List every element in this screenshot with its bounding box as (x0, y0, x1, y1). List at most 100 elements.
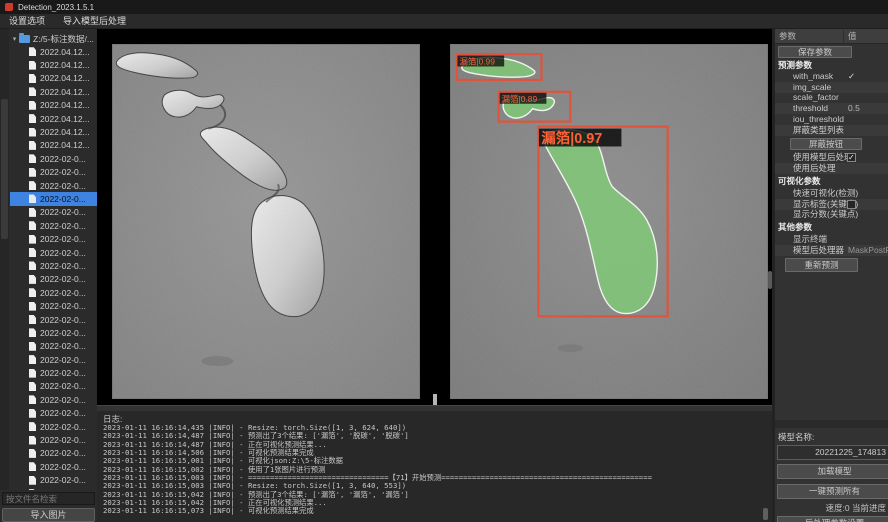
param-row-scale-factor[interactable]: scale_factor (775, 92, 888, 103)
log-line: 2023-01-11 16:16:15,073 |INFO| - 可视化预测结果… (103, 507, 763, 515)
file-list-item[interactable]: 2022-02-0... (10, 474, 97, 487)
param-table-header: 参数 值 (775, 29, 888, 44)
threshold-value[interactable]: 0.5 (848, 103, 860, 114)
file-icon (29, 436, 36, 445)
file-list-item[interactable]: 2022-02-0... (10, 192, 97, 205)
file-list-item[interactable]: 2022-02-0 (10, 487, 97, 490)
file-icon (29, 141, 36, 150)
file-list-item[interactable]: 2022.04.12... (10, 45, 97, 58)
file-label: 2022-02-0... (40, 355, 86, 365)
file-list-item[interactable]: 2022-02-0... (10, 460, 97, 473)
checkmark-icon: ✓ (848, 71, 855, 82)
repredict-button[interactable]: 重新预测 (785, 258, 858, 272)
file-list-item[interactable]: 2022-02-0... (10, 433, 97, 446)
load-model-button[interactable]: 加载模型 (777, 464, 888, 479)
file-list-item[interactable]: 2022.04.12... (10, 125, 97, 138)
log-scrollbar-thumb[interactable] (763, 508, 768, 520)
param-row-img-scale[interactable]: img_scale (775, 82, 888, 93)
file-icon (29, 315, 36, 324)
file-icon (29, 275, 36, 284)
file-list-item[interactable]: 2022-02-0... (10, 393, 97, 406)
param-row-show-scores[interactable]: 显示分数(关键点) (775, 209, 888, 220)
file-label: 2022-02-0... (40, 274, 86, 284)
file-list-item[interactable]: 2022.04.12... (10, 85, 97, 98)
filename-search-input[interactable] (2, 492, 95, 505)
file-list-item[interactable]: 2022-02-0... (10, 407, 97, 420)
chevron-down-icon[interactable]: ▾ (10, 35, 19, 43)
section-visualization-params: 可视化参数 (778, 176, 821, 187)
file-icon (29, 382, 36, 391)
checkbox-empty-icon[interactable] (847, 200, 856, 209)
file-icon (29, 194, 36, 203)
param-row-use-postprocess[interactable]: 使用后处理 (775, 163, 888, 174)
file-icon (29, 61, 36, 70)
folder-icon (19, 35, 30, 43)
file-list-item[interactable]: 2022-02-0... (10, 166, 97, 179)
tree-root-folder[interactable]: ▾ Z:/5-标注数据/... (10, 32, 97, 45)
file-list-item[interactable]: 2022-02-0... (10, 232, 97, 245)
param-row-mask-type-list[interactable]: 屏蔽类型列表 (775, 125, 888, 136)
file-label: 2022-02-0... (40, 368, 86, 378)
file-icon (29, 476, 36, 485)
file-label: 2022-02-0... (40, 154, 86, 164)
param-row-iou-threshold[interactable]: iou_threshold (775, 114, 888, 125)
file-label: 2022.04.12... (40, 73, 90, 83)
file-label: 2022-02-0... (40, 408, 86, 418)
file-icon (29, 369, 36, 378)
param-row-show-labels[interactable]: 显示标签(关键点) (775, 199, 888, 210)
file-list-item[interactable]: 2022-02-0... (10, 313, 97, 326)
file-list-item[interactable]: 2022-02-0... (10, 340, 97, 353)
file-list-item[interactable]: 2022.04.12... (10, 112, 97, 125)
postprocess-settings-button[interactable]: 后处理参数设置 (777, 516, 888, 522)
file-icon (29, 449, 36, 458)
file-icon (29, 235, 36, 244)
file-list-item[interactable]: 2022.04.12... (10, 72, 97, 85)
file-list-item[interactable]: 2022-02-0... (10, 447, 97, 460)
menu-item-settings[interactable]: 设置选项 (0, 14, 54, 29)
log-lines[interactable]: 2023-01-11 16:16:14,435 |INFO| - Resize:… (103, 424, 763, 520)
file-list-item[interactable]: 2022-02-0... (10, 326, 97, 339)
param-row-show-terminal[interactable]: 显示终端 (775, 234, 888, 245)
menu-item-import-postprocess[interactable]: 导入模型后处理 (54, 14, 135, 29)
import-images-button[interactable]: 导入图片 (2, 508, 95, 522)
file-icon (29, 328, 36, 337)
file-list-item[interactable]: 2022-02-0... (10, 219, 97, 232)
file-list-item[interactable]: 2022.04.12... (10, 99, 97, 112)
param-row-threshold[interactable]: threshold 0.5 (775, 103, 888, 114)
panel-separator (775, 420, 888, 428)
file-list-item[interactable]: 2022-02-0... (10, 366, 97, 379)
file-list-item[interactable]: 2022-02-0... (10, 299, 97, 312)
save-params-button[interactable]: 保存参数 (778, 46, 852, 58)
file-icon (29, 355, 36, 364)
file-list-item[interactable]: 2022-02-0... (10, 246, 97, 259)
param-row-with-mask[interactable]: with_mask ✓ (775, 71, 888, 82)
app-logo-icon (5, 3, 13, 11)
file-list-item[interactable]: 2022-02-0... (10, 259, 97, 272)
file-list-item[interactable]: 2022-02-0... (10, 152, 97, 165)
file-list-item[interactable]: 2022-02-0... (10, 420, 97, 433)
predict-all-button[interactable]: 一键预测所有 (777, 484, 888, 499)
model-name-field[interactable]: 20221225_174813 (777, 445, 888, 460)
splitter-grip[interactable] (768, 271, 772, 289)
param-row-model-postprocessor[interactable]: 模型后处理器 MaskPostPro (775, 245, 888, 256)
param-row-use-model-postprocess[interactable]: 使用模型后处理 (775, 152, 888, 163)
file-label: 2022-02-0... (40, 194, 86, 204)
file-panel: ▾ Z:/5-标注数据/... 2022.04.12... 2022.04.12… (0, 29, 97, 522)
file-tree-scrollbar[interactable] (0, 29, 9, 490)
file-icon (29, 221, 36, 230)
model-postprocessor-value[interactable]: MaskPostPro (848, 245, 888, 256)
file-list-item[interactable]: 2022-02-0... (10, 286, 97, 299)
file-icon (29, 261, 36, 270)
checkbox-checked-icon[interactable] (847, 153, 856, 162)
param-row-quick-visualization[interactable]: 快速可视化(检测) (775, 188, 888, 199)
file-list-item[interactable]: 2022-02-0... (10, 179, 97, 192)
mask-button[interactable]: 屏蔽按钮 (790, 138, 862, 150)
file-list-item[interactable]: 2022.04.12... (10, 58, 97, 71)
file-list-item[interactable]: 2022-02-0... (10, 273, 97, 286)
file-tree-scrollbar-thumb[interactable] (1, 99, 8, 239)
file-list-item[interactable]: 2022-02-0... (10, 380, 97, 393)
file-label: 2022.04.12... (40, 114, 90, 124)
file-list-item[interactable]: 2022.04.12... (10, 139, 97, 152)
file-list-item[interactable]: 2022-02-0... (10, 353, 97, 366)
file-list-item[interactable]: 2022-02-0... (10, 206, 97, 219)
